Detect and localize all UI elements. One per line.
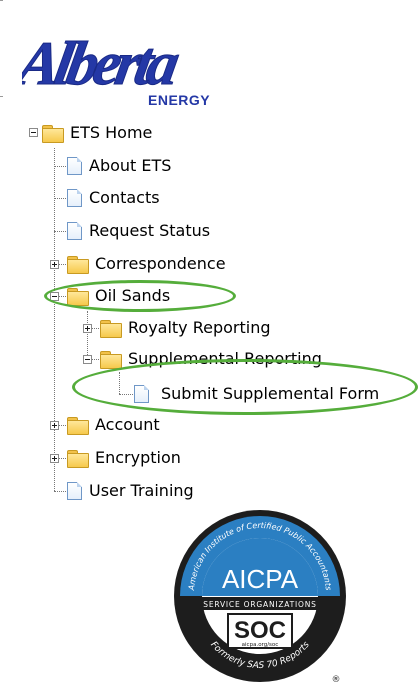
tree-connector bbox=[87, 311, 88, 359]
tree-node-encryption[interactable]: Encryption bbox=[67, 445, 181, 471]
tree-node-label: ETS Home bbox=[70, 123, 153, 142]
tree-node-request-status[interactable]: Request Status bbox=[67, 218, 210, 244]
badge-aicpa-text: AICPA bbox=[222, 564, 299, 594]
document-icon bbox=[67, 221, 83, 241]
tree-connector bbox=[59, 458, 66, 459]
tree-node-ets-home[interactable]: ETS Home bbox=[42, 120, 152, 146]
tree-node-label: User Training bbox=[89, 481, 194, 500]
expand-toggle-encryption[interactable] bbox=[50, 454, 59, 463]
tree-node-user-training[interactable]: User Training bbox=[67, 478, 194, 504]
tree-node-label: Correspondence bbox=[95, 254, 226, 273]
folder-open-icon bbox=[100, 350, 122, 369]
navigation-tree: ETS Home About ETS Contacts Request Stat… bbox=[0, 0, 420, 520]
tree-connector bbox=[59, 425, 66, 426]
tree-node-royalty-reporting[interactable]: Royalty Reporting bbox=[100, 315, 271, 341]
collapse-toggle-supplemental-reporting[interactable] bbox=[83, 355, 92, 364]
folder-open-icon bbox=[42, 124, 64, 143]
document-icon bbox=[67, 156, 83, 176]
tree-node-label: Encryption bbox=[95, 448, 181, 467]
tree-connector bbox=[54, 198, 66, 199]
folder-icon bbox=[100, 319, 122, 338]
expand-toggle-account[interactable] bbox=[50, 421, 59, 430]
document-icon bbox=[67, 188, 83, 208]
tree-connector bbox=[54, 148, 55, 491]
tree-connector bbox=[92, 359, 99, 360]
tree-node-label: Request Status bbox=[89, 221, 211, 240]
tree-node-label: Account bbox=[95, 415, 160, 434]
aicpa-soc-badge: American Institute of Certified Public A… bbox=[174, 510, 346, 685]
badge-band-text: SERVICE ORGANIZATIONS bbox=[203, 600, 316, 609]
tree-node-contacts[interactable]: Contacts bbox=[67, 185, 160, 211]
registered-mark: ® bbox=[332, 675, 341, 685]
tree-connector bbox=[92, 328, 99, 329]
tree-node-about-ets[interactable]: About ETS bbox=[67, 153, 171, 179]
folder-icon bbox=[67, 255, 89, 274]
folder-icon bbox=[67, 416, 89, 435]
highlight-ellipse-oil-sands bbox=[44, 280, 236, 312]
tree-node-account[interactable]: Account bbox=[67, 412, 160, 438]
tree-node-correspondence[interactable]: Correspondence bbox=[67, 251, 226, 277]
tree-connector bbox=[54, 491, 66, 492]
tree-node-label: Royalty Reporting bbox=[128, 318, 271, 337]
tree-node-label: Contacts bbox=[89, 188, 160, 207]
expand-toggle-correspondence[interactable] bbox=[50, 260, 59, 269]
tree-connector bbox=[54, 166, 66, 167]
folder-icon bbox=[67, 449, 89, 468]
document-icon bbox=[67, 481, 83, 501]
tree-node-label: About ETS bbox=[89, 156, 172, 175]
expand-toggle-royalty-reporting[interactable] bbox=[83, 324, 92, 333]
highlight-ellipse-supplemental-form bbox=[72, 359, 418, 415]
badge-soc-text: SOC bbox=[234, 617, 286, 644]
tree-connector bbox=[54, 231, 66, 232]
collapse-toggle-ets-home[interactable] bbox=[29, 128, 38, 137]
tree-connector bbox=[59, 264, 66, 265]
badge-soc-sub: aicpa.org/soc bbox=[242, 642, 279, 648]
